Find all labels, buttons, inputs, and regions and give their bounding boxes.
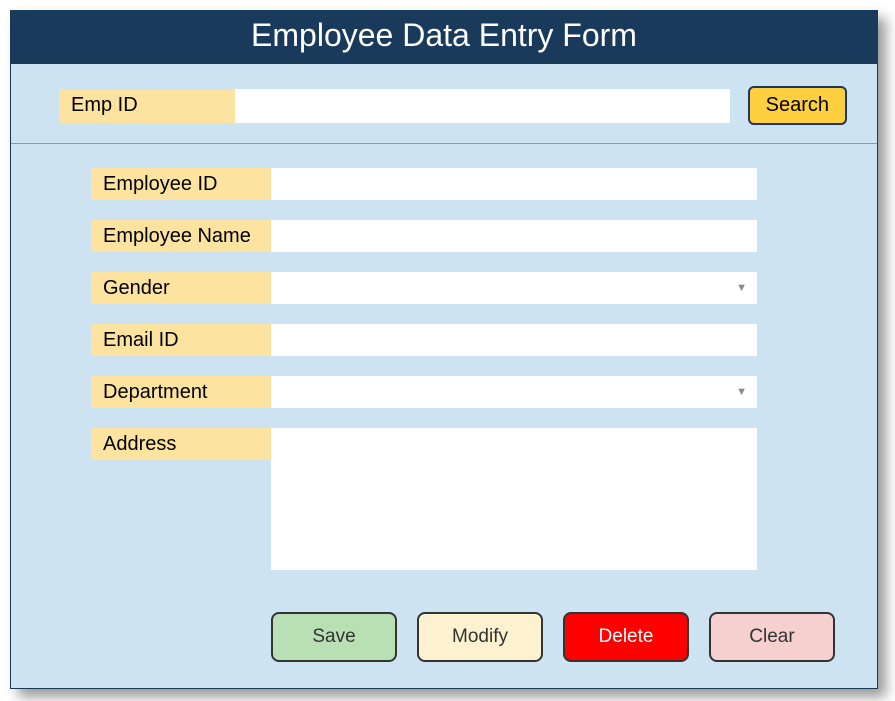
department-select[interactable]: ▼ <box>271 376 757 408</box>
form-container: Employee Data Entry Form Emp ID Search E… <box>10 10 878 689</box>
department-label: Department <box>91 376 271 408</box>
field-row-department: Department ▼ <box>91 376 847 408</box>
field-row-address: Address <box>91 428 847 570</box>
chevron-down-icon: ▼ <box>736 386 747 398</box>
search-input[interactable] <box>235 89 730 123</box>
delete-button[interactable]: Delete <box>563 612 689 662</box>
save-button[interactable]: Save <box>271 612 397 662</box>
field-row-employee-id: Employee ID <box>91 168 847 200</box>
field-row-employee-name: Employee Name <box>91 220 847 252</box>
employee-name-label: Employee Name <box>91 220 271 252</box>
employee-id-input[interactable] <box>271 168 757 200</box>
field-row-email-id: Email ID <box>91 324 847 356</box>
buttons-section: Save Modify Delete Clear <box>11 600 877 688</box>
form-title: Employee Data Entry Form <box>11 11 877 64</box>
modify-button[interactable]: Modify <box>417 612 543 662</box>
address-label: Address <box>91 428 271 460</box>
search-button[interactable]: Search <box>748 86 847 125</box>
fields-section: Employee ID Employee Name Gender ▼ Email… <box>11 144 877 600</box>
address-textarea[interactable] <box>271 428 757 570</box>
chevron-down-icon: ▼ <box>736 282 747 294</box>
employee-id-label: Employee ID <box>91 168 271 200</box>
clear-button[interactable]: Clear <box>709 612 835 662</box>
search-section: Emp ID Search <box>11 64 877 144</box>
field-row-gender: Gender ▼ <box>91 272 847 304</box>
gender-select[interactable]: ▼ <box>271 272 757 304</box>
email-id-label: Email ID <box>91 324 271 356</box>
gender-label: Gender <box>91 272 271 304</box>
employee-name-input[interactable] <box>271 220 757 252</box>
email-id-input[interactable] <box>271 324 757 356</box>
search-label: Emp ID <box>59 89 235 123</box>
